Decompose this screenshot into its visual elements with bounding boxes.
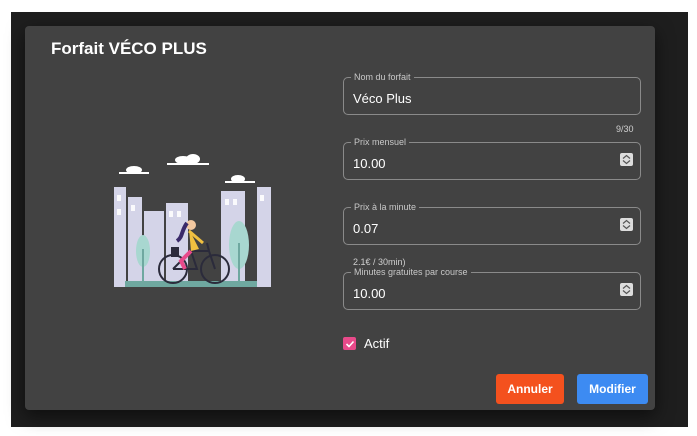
plan-name-label: Nom du forfait <box>354 72 411 82</box>
active-checkbox[interactable] <box>343 337 356 350</box>
plan-edit-dialog: Forfait VÉCO PLUS Nom du forfait Véco Pl… <box>25 26 655 410</box>
number-spinner-icon[interactable] <box>620 283 633 296</box>
free-minutes-field[interactable]: Minutes gratuites par course 10.00 <box>343 268 641 310</box>
price-per-minute-input[interactable]: 0.07 <box>353 221 378 236</box>
free-minutes-label: Minutes gratuites par course <box>354 267 468 277</box>
monthly-price-label: Prix mensuel <box>354 137 407 147</box>
plan-name-input[interactable]: Véco Plus <box>353 91 412 106</box>
number-spinner-icon[interactable] <box>620 153 633 166</box>
monthly-price-input[interactable]: 10.00 <box>353 156 386 171</box>
plan-name-field[interactable]: Nom du forfait Véco Plus <box>343 73 641 115</box>
cancel-button[interactable]: Annuler <box>496 374 564 404</box>
price-per-minute-field[interactable]: Prix à la minute 0.07 <box>343 203 641 245</box>
checkmark-icon <box>345 340 354 348</box>
free-minutes-outline: Minutes gratuites par course <box>343 268 641 310</box>
price-per-minute-label: Prix à la minute <box>354 202 417 212</box>
active-label: Actif <box>364 336 390 351</box>
character-counter: 9/30 <box>616 124 634 134</box>
woman-cycling-city-illustration <box>114 154 271 287</box>
price-per-minute-outline: Prix à la minute <box>343 203 641 245</box>
modify-button[interactable]: Modifier <box>577 374 648 404</box>
monthly-price-outline: Prix mensuel <box>343 138 641 180</box>
free-minutes-input[interactable]: 10.00 <box>353 286 386 301</box>
number-spinner-icon[interactable] <box>620 218 633 231</box>
price-hint: 2.1€ / 30min) <box>353 257 406 267</box>
dialog-title: Forfait VÉCO PLUS <box>51 39 207 58</box>
active-toggle-row[interactable]: Actif <box>343 336 389 351</box>
monthly-price-field[interactable]: Prix mensuel 10.00 <box>343 138 641 180</box>
